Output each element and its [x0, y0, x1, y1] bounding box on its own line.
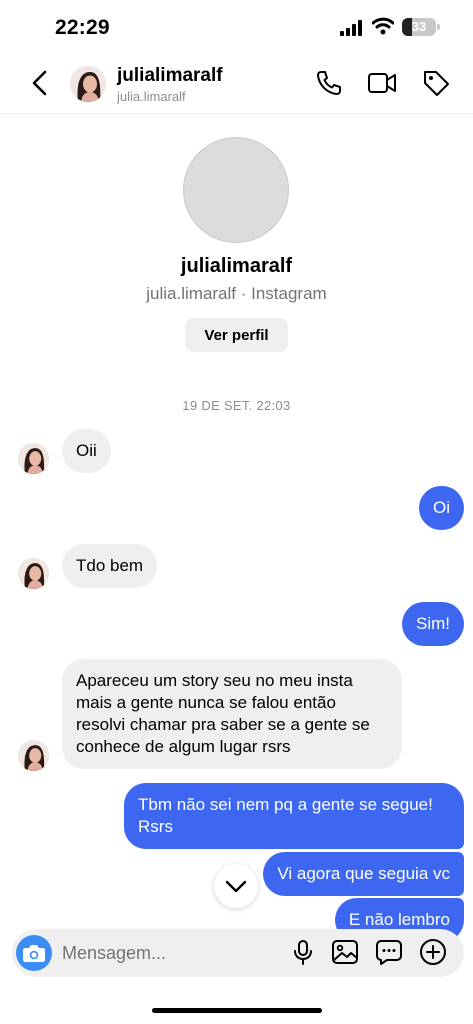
profile-picture-placeholder[interactable]	[183, 137, 289, 243]
header-display-name[interactable]: julialimaralf	[117, 65, 223, 87]
message-avatar	[18, 740, 49, 771]
message-bubble-incoming[interactable]: Oii	[62, 429, 111, 473]
image-icon[interactable]	[331, 938, 359, 966]
tag-icon[interactable]	[421, 68, 451, 98]
message-bubble-outgoing[interactable]: Tbm não sei nem pq a gente se segue! Rsr…	[124, 783, 464, 849]
plus-icon[interactable]	[419, 938, 447, 966]
avatar-image	[70, 66, 106, 102]
message-bubble-outgoing[interactable]: Vi agora que seguia vc	[263, 852, 464, 896]
message-avatar	[18, 558, 49, 589]
header-username: julia.limaralf	[117, 89, 186, 104]
message-avatar	[18, 443, 49, 474]
battery-cap	[437, 24, 440, 30]
message-input[interactable]	[62, 941, 262, 965]
message-bubble-outgoing[interactable]: Oi	[419, 486, 464, 530]
camera-icon	[23, 945, 45, 962]
chevron-down-icon	[225, 880, 247, 893]
cellular-signal-icon	[340, 20, 362, 36]
view-profile-button[interactable]: Ver perfil	[185, 318, 288, 352]
battery-indicator: 33	[402, 18, 436, 36]
microphone-icon[interactable]	[289, 938, 317, 966]
video-icon[interactable]	[367, 68, 397, 98]
header-avatar[interactable]	[70, 66, 106, 102]
scroll-to-bottom-button[interactable]	[214, 864, 258, 908]
profile-subtitle: julia.limaralf · Instagram	[146, 284, 327, 303]
battery-level: 33	[411, 19, 427, 34]
message-bubble-incoming[interactable]: Apareceu um story seu no meu insta mais …	[62, 659, 402, 769]
phone-icon[interactable]	[314, 68, 344, 98]
message-bubble-incoming[interactable]: Tdo bem	[62, 544, 158, 588]
message-bubble-outgoing[interactable]: Sim!	[402, 602, 464, 646]
home-indicator	[152, 1008, 322, 1013]
thread-date: 19 DE SET. 22:03	[182, 398, 291, 413]
sticker-icon[interactable]	[375, 938, 403, 966]
profile-name: julialimaralf	[180, 255, 293, 277]
back-icon[interactable]	[28, 68, 52, 98]
wifi-icon	[372, 17, 394, 35]
header-divider	[0, 113, 473, 114]
camera-button[interactable]	[16, 935, 52, 971]
status-time: 22:29	[55, 16, 110, 39]
